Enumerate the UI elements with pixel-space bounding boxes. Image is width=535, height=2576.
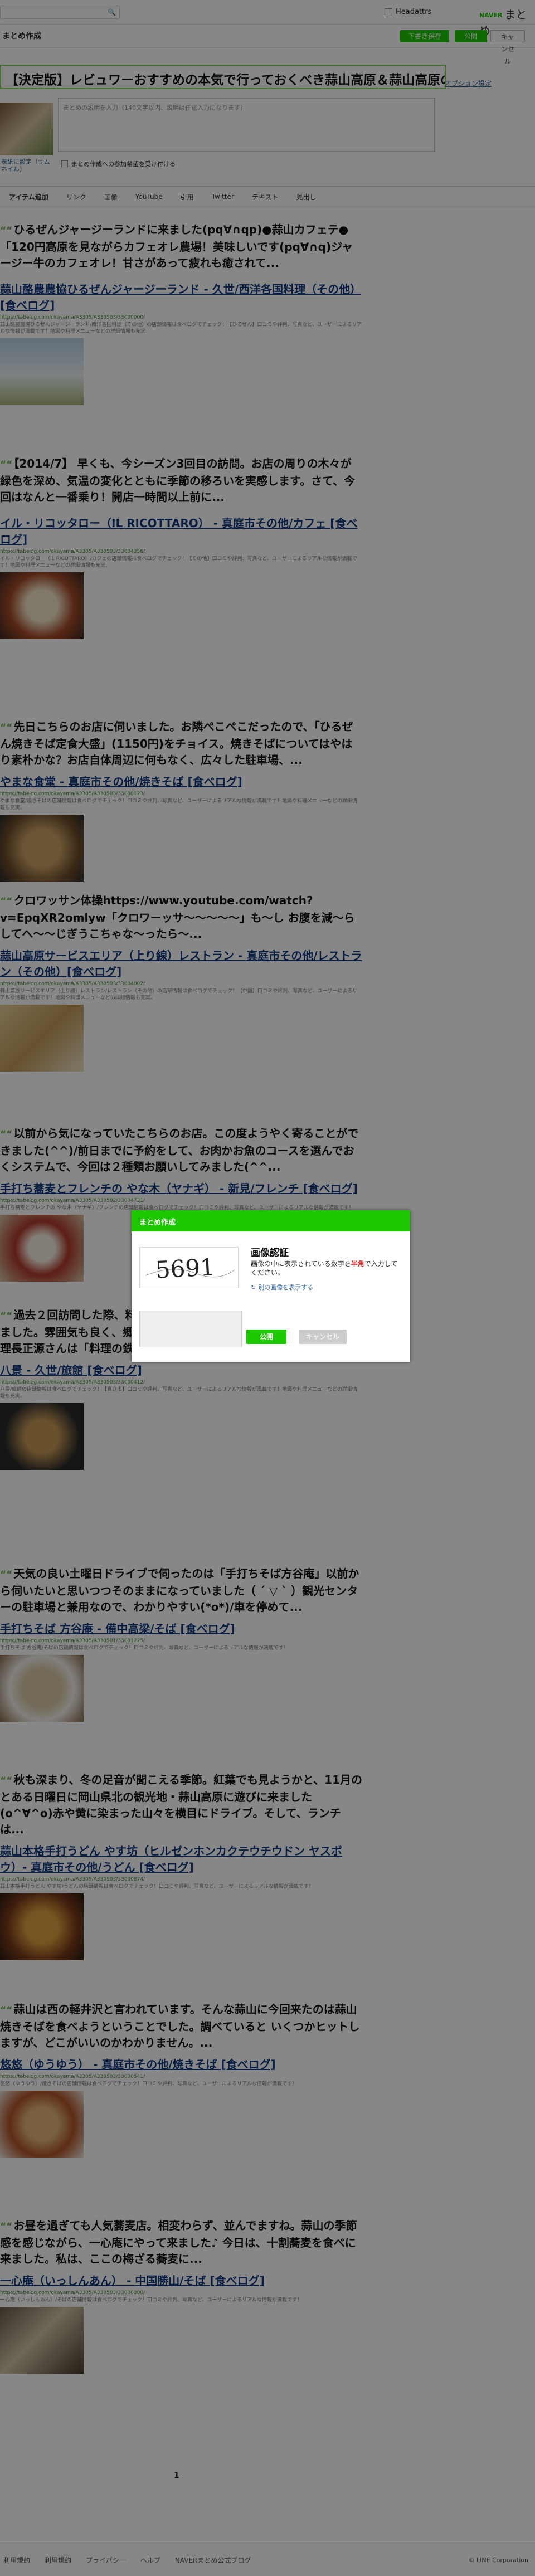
captcha-svg: 5691 [145, 1253, 235, 1284]
captcha-input[interactable] [139, 1311, 242, 1347]
confirm-button[interactable]: 公開 [246, 1330, 286, 1344]
reload-label: 別の画像を表示する [258, 1284, 314, 1291]
dialog-cancel-button[interactable]: キャンセル [299, 1330, 347, 1344]
reload-icon[interactable]: ↻ [251, 1284, 256, 1291]
instruction-highlight: 半角 [351, 1260, 364, 1268]
captcha-digits: 5691 [155, 1253, 216, 1284]
captcha-image: 5691 [139, 1247, 239, 1288]
dialog-header: まとめ作成 [132, 1210, 410, 1231]
reload-captcha-link[interactable]: ↻ 別の画像を表示する [251, 1283, 313, 1292]
dialog-title: 画像認証 [251, 1248, 289, 1259]
dialog-instruction: 画像の中に表示されている数字を半角で入力してください。 [251, 1259, 401, 1277]
captcha-dialog: まとめ作成 5691 画像認証 画像の中に表示されている数字を半角で入力してくだ… [132, 1210, 410, 1362]
instruction-part-1: 画像の中に表示されている数字を [251, 1260, 351, 1268]
